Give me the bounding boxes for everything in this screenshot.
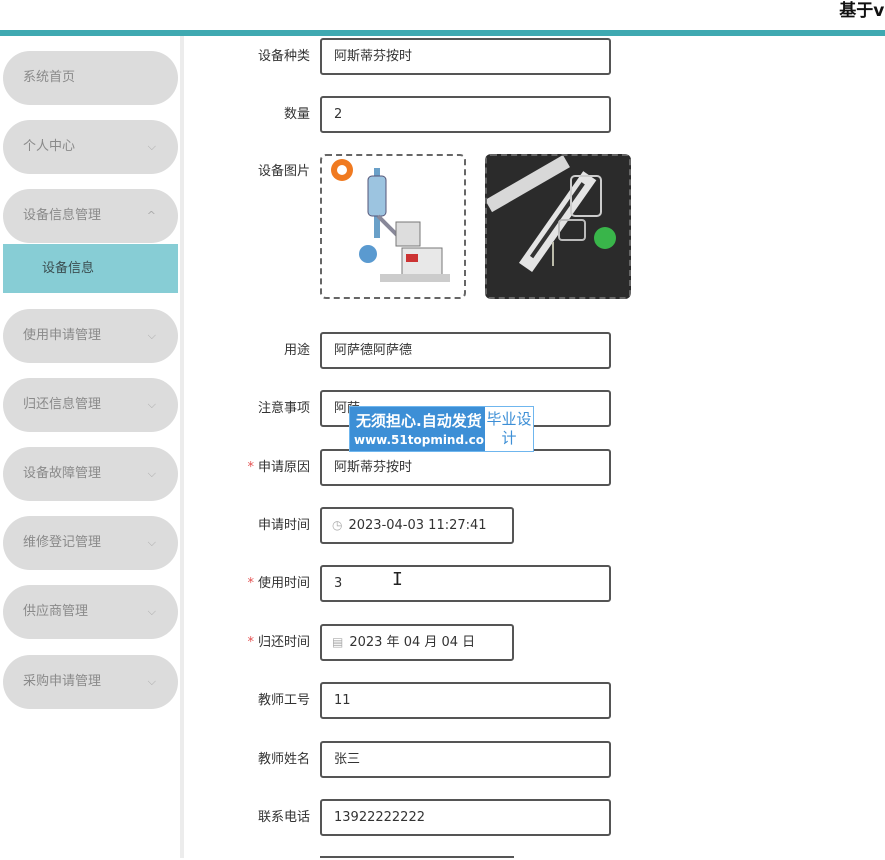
field-label: 教师工号 (257, 693, 310, 708)
chevron-down-icon: ⌵ (147, 140, 156, 153)
top-header: 基于vue的 (0, 0, 885, 36)
use-time-input[interactable]: 3 (320, 565, 611, 602)
field-label: 联系电话 (257, 810, 310, 825)
sidebar-item-label: 设备信息管理 (23, 208, 102, 223)
sidebar-item-label: 维修登记管理 (23, 535, 102, 550)
chevron-down-icon: ⌵ (147, 536, 156, 549)
next-field-edge (320, 856, 514, 860)
sidebar-subitem-device-info[interactable]: 设备信息 (3, 244, 178, 293)
phone-input[interactable]: 13922222222 (320, 799, 611, 836)
watermark-badge: 毕业设计 (485, 407, 533, 451)
sidebar-item-label: 个人中心 (23, 139, 76, 154)
field-label: 设备种类 (257, 49, 310, 64)
field-label-text: 归还时间 (257, 635, 310, 650)
chevron-down-icon: ⌵ (147, 467, 156, 480)
watermark-line-2: www.51topmind.com (354, 433, 497, 447)
field-label-text: 使用时间 (257, 576, 310, 591)
sidebar-item-label: 设备故障管理 (23, 466, 102, 481)
required-mark: * (247, 635, 254, 650)
teacher-name-input[interactable]: 张三 (320, 741, 611, 778)
field-label: 教师姓名 (257, 752, 310, 767)
field-label-text: 申请原因 (257, 460, 310, 475)
field-label: 用途 (283, 343, 310, 358)
field-label: 申请时间 (257, 518, 310, 533)
watermark-banner: 无须担心.自动发货 www.51topmind.com 毕业设计 (349, 406, 534, 452)
chevron-up-icon: ^ (146, 209, 156, 222)
required-mark: * (247, 576, 254, 591)
field-label: 设备图片 (257, 164, 310, 179)
apply-time-picker[interactable]: ◷ 2023-04-03 11:27:41 (320, 507, 514, 544)
sidebar: 系统首页 个人中心 ⌵ 设备信息管理 ^ 设备信息 使用申请管理 ⌵ 归还信息管… (0, 36, 184, 858)
field-label: * 使用时间 (186, 574, 310, 594)
chevron-down-icon: ⌵ (147, 398, 156, 411)
sidebar-subitem-label: 设备信息 (42, 261, 95, 276)
sidebar-item-return-info[interactable]: 归还信息管理 ⌵ (3, 378, 178, 432)
reason-input[interactable]: 阿斯蒂芬按时 (320, 449, 611, 486)
watermark-line-1: 无须担心.自动发货 (356, 412, 482, 430)
device-image-thumbnail-2[interactable] (485, 154, 631, 299)
return-time-value: 2023 年 04 月 04 日 (349, 635, 476, 650)
sidebar-item-home[interactable]: 系统首页 (3, 51, 178, 105)
chevron-down-icon: ⌵ (147, 329, 156, 342)
clock-icon: ◷ (332, 518, 343, 532)
app-title: 基于vue的 (839, 1, 885, 21)
sidebar-item-usage-application[interactable]: 使用申请管理 ⌵ (3, 309, 178, 363)
sidebar-item-label: 使用申请管理 (23, 328, 102, 343)
sidebar-item-label: 归还信息管理 (23, 397, 102, 412)
return-time-picker[interactable]: ▤ 2023 年 04 月 04 日 (320, 624, 514, 661)
sidebar-item-device-info-management[interactable]: 设备信息管理 ^ (3, 189, 178, 243)
device-type-input[interactable]: 阿斯蒂芬按时 (320, 38, 611, 75)
rotary-evaporator-image (331, 159, 450, 282)
required-mark: * (247, 460, 254, 475)
chevron-down-icon: ⌵ (147, 605, 156, 618)
spring-balance-image (485, 155, 629, 297)
quantity-input[interactable]: 2 (320, 96, 611, 133)
sidebar-item-supplier[interactable]: 供应商管理 ⌵ (3, 585, 178, 639)
sidebar-item-label: 采购申请管理 (23, 674, 102, 689)
field-label: * 归还时间 (186, 633, 310, 653)
device-image-thumbnail-1[interactable] (320, 154, 466, 299)
sidebar-item-label: 系统首页 (23, 70, 76, 85)
field-label: * 申请原因 (186, 458, 310, 478)
sidebar-item-personal-center[interactable]: 个人中心 ⌵ (3, 120, 178, 174)
field-label: 数量 (283, 107, 310, 122)
field-label: 注意事项 (257, 401, 310, 416)
teacher-id-input[interactable]: 11 (320, 682, 611, 719)
calendar-icon: ▤ (332, 635, 344, 649)
apply-time-value: 2023-04-03 11:27:41 (348, 518, 487, 533)
chevron-down-icon: ⌵ (147, 675, 156, 688)
sidebar-item-repair-registration[interactable]: 维修登记管理 ⌵ (3, 516, 178, 570)
text-cursor-icon: I (392, 569, 403, 590)
sidebar-item-device-fault[interactable]: 设备故障管理 ⌵ (3, 447, 178, 501)
device-form: 设备种类 阿斯蒂芬按时 数量 2 设备图片 用途 阿萨德阿萨德 注意事项 阿萨 … (186, 36, 885, 858)
sidebar-item-label: 供应商管理 (23, 604, 89, 619)
sidebar-item-purchase-application[interactable]: 采购申请管理 ⌵ (3, 655, 178, 709)
purpose-input[interactable]: 阿萨德阿萨德 (320, 332, 611, 369)
